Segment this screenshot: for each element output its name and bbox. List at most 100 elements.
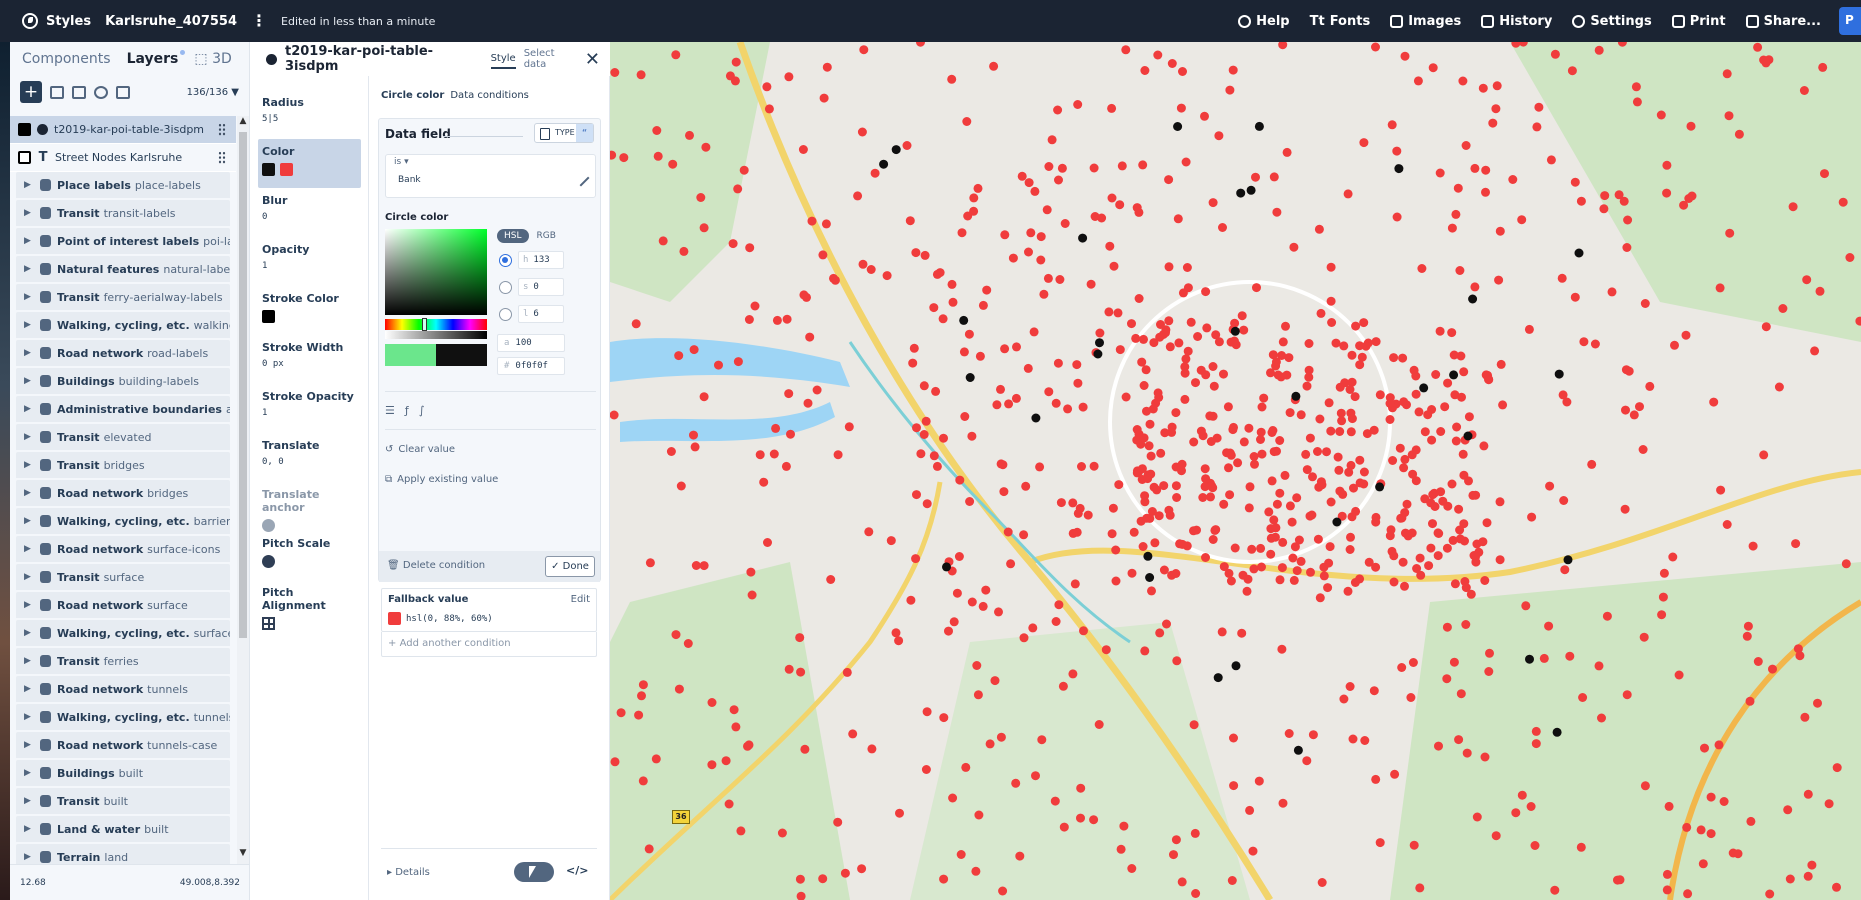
poi-point[interactable] xyxy=(1051,617,1061,626)
bank-point[interactable] xyxy=(965,373,975,382)
poi-point[interactable] xyxy=(1371,774,1381,784)
poi-point[interactable] xyxy=(668,159,678,169)
poi-point[interactable] xyxy=(795,633,805,643)
layer-group-row[interactable]: ▶ Place labels place-labels xyxy=(16,172,230,200)
tab-3d[interactable]: ⬚ 3D xyxy=(194,51,231,67)
layer-group-row[interactable]: ▶ Road network bridges xyxy=(16,480,230,508)
poi-point[interactable] xyxy=(1089,815,1099,825)
layer-group-row[interactable]: ▶ Road network tunnels xyxy=(16,676,230,704)
poi-point[interactable] xyxy=(1409,365,1419,375)
caret-right-icon[interactable]: ▶ xyxy=(24,180,34,190)
poi-point[interactable] xyxy=(1270,532,1280,542)
poi-point[interactable] xyxy=(1111,576,1121,586)
poi-point[interactable] xyxy=(1662,160,1672,170)
bank-point[interactable] xyxy=(1031,413,1041,423)
poi-point[interactable] xyxy=(954,552,964,561)
poi-point[interactable] xyxy=(1248,846,1258,856)
images-button[interactable]: Images xyxy=(1390,14,1461,29)
poi-point[interactable] xyxy=(1449,350,1459,360)
poi-point[interactable] xyxy=(1012,342,1021,352)
poi-point[interactable] xyxy=(1319,571,1329,581)
poi-point[interactable] xyxy=(1237,628,1247,638)
poi-point[interactable] xyxy=(1436,427,1446,436)
poi-point[interactable] xyxy=(1496,359,1506,369)
poi-point[interactable] xyxy=(1550,885,1560,895)
layer-group-row[interactable]: ▶ Road network road-labels xyxy=(16,340,230,368)
poi-point[interactable] xyxy=(1037,735,1047,745)
duplicate-icon[interactable] xyxy=(50,85,64,99)
poi-point[interactable] xyxy=(1172,656,1182,666)
poi-point[interactable] xyxy=(1411,476,1421,486)
prop-blur[interactable]: Blur 0 xyxy=(258,188,361,222)
poi-point[interactable] xyxy=(982,285,992,295)
bank-point[interactable] xyxy=(1554,369,1564,379)
pencil-icon[interactable] xyxy=(572,169,590,187)
poi-point[interactable] xyxy=(1051,398,1061,408)
poi-point[interactable] xyxy=(784,389,794,399)
poi-point[interactable] xyxy=(1434,741,1443,751)
poi-point[interactable] xyxy=(1229,733,1238,743)
poi-point[interactable] xyxy=(701,142,711,152)
poi-point[interactable] xyxy=(1230,318,1240,328)
poi-point[interactable] xyxy=(1371,42,1380,52)
poi-point[interactable] xyxy=(1400,508,1410,518)
poi-point[interactable] xyxy=(1127,568,1137,578)
poi-point[interactable] xyxy=(1424,561,1434,571)
poi-point[interactable] xyxy=(1820,169,1829,179)
poi-point[interactable] xyxy=(1559,496,1569,505)
poi-point[interactable] xyxy=(1109,261,1119,271)
poi-point[interactable] xyxy=(1325,542,1335,552)
poi-point[interactable] xyxy=(1746,816,1756,826)
poi-point[interactable] xyxy=(1101,645,1111,655)
poi-point[interactable] xyxy=(929,451,939,461)
poi-point[interactable] xyxy=(922,499,932,509)
poi-point[interactable] xyxy=(1237,311,1247,321)
poi-point[interactable] xyxy=(1225,490,1235,500)
poi-point[interactable] xyxy=(819,93,829,103)
poi-point[interactable] xyxy=(1251,172,1260,182)
bank-point[interactable] xyxy=(942,562,951,572)
poi-point[interactable] xyxy=(1030,186,1040,196)
poi-point[interactable] xyxy=(1832,882,1841,892)
poi-point[interactable] xyxy=(1631,82,1641,92)
poi-point[interactable] xyxy=(1590,339,1600,349)
poi-point[interactable] xyxy=(725,71,735,81)
poi-point[interactable] xyxy=(1470,282,1480,292)
poi-point[interactable] xyxy=(1407,450,1417,460)
layer-group-row[interactable]: ▶ Road network surface-icons xyxy=(16,536,230,564)
bank-point[interactable] xyxy=(959,315,969,325)
layer-group-row[interactable]: ▶ Transit built xyxy=(16,788,230,816)
poi-point[interactable] xyxy=(645,558,655,568)
poi-point[interactable] xyxy=(864,527,874,537)
poi-point[interactable] xyxy=(1622,243,1632,252)
poi-point[interactable] xyxy=(1346,532,1355,542)
poi-point[interactable] xyxy=(1227,876,1237,885)
poi-point[interactable] xyxy=(1107,103,1117,113)
poi-point[interactable] xyxy=(745,243,755,253)
poi-point[interactable] xyxy=(1742,631,1752,641)
poi-point[interactable] xyxy=(975,351,985,361)
poi-point[interactable] xyxy=(1178,67,1187,76)
poi-point[interactable] xyxy=(1113,308,1123,318)
poi-point[interactable] xyxy=(1392,146,1402,156)
bank-point[interactable] xyxy=(1173,122,1183,131)
poi-point[interactable] xyxy=(1662,188,1672,198)
poi-point[interactable] xyxy=(1153,50,1163,60)
poi-point[interactable] xyxy=(1273,370,1283,380)
poi-point[interactable] xyxy=(1724,111,1734,121)
poi-point[interactable] xyxy=(696,193,706,202)
poi-point[interactable] xyxy=(1225,85,1235,95)
poi-point[interactable] xyxy=(1302,756,1312,766)
logo-icon[interactable] xyxy=(22,13,38,29)
poi-point[interactable] xyxy=(1348,734,1358,744)
poi-point[interactable] xyxy=(731,57,741,67)
poi-point[interactable] xyxy=(902,141,912,150)
poi-point[interactable] xyxy=(1632,97,1642,107)
quote-icon[interactable]: “ xyxy=(576,124,593,142)
poi-point[interactable] xyxy=(1482,518,1492,528)
poi-point[interactable] xyxy=(699,223,709,233)
poi-point[interactable] xyxy=(1282,370,1292,380)
poi-point[interactable] xyxy=(1511,808,1521,818)
poi-point[interactable] xyxy=(1024,247,1033,257)
poi-point[interactable] xyxy=(1355,360,1365,370)
